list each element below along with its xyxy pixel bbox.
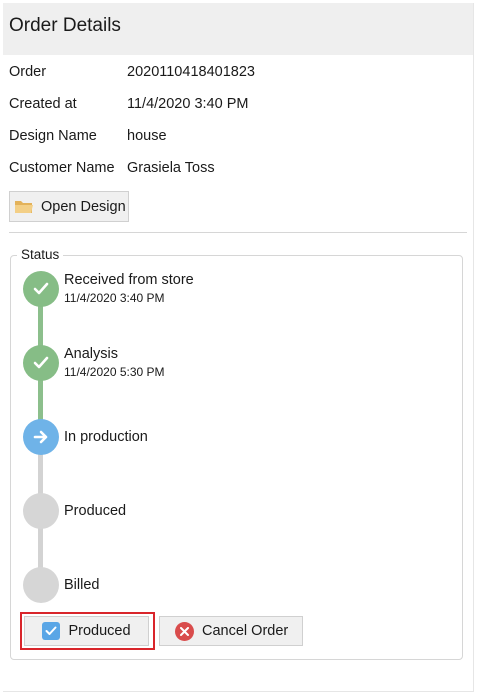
- cancel-order-button[interactable]: Cancel Order: [159, 616, 303, 646]
- folder-icon: [14, 199, 34, 214]
- produced-button[interactable]: Produced: [24, 616, 149, 646]
- cancel-order-label: Cancel Order: [202, 623, 289, 639]
- step-label: Received from store: [64, 272, 194, 288]
- divider: [9, 232, 467, 233]
- check-icon: [33, 282, 49, 295]
- customer-name-value: Grasiela Toss: [127, 160, 215, 176]
- order-value: 2020110418401823: [127, 64, 255, 80]
- produced-button-label: Produced: [68, 623, 131, 639]
- step-date: 11/4/2020 5:30 PM: [64, 365, 165, 379]
- page-title: Order Details: [9, 15, 121, 36]
- status-step-in-production: [23, 419, 59, 455]
- step-label: In production: [64, 429, 148, 445]
- arrow-right-icon: [33, 430, 48, 444]
- open-design-button[interactable]: Open Design: [9, 191, 129, 222]
- status-groupbox: [10, 255, 463, 660]
- header-bar: Order Details: [3, 3, 473, 55]
- design-name-label: Design Name: [9, 128, 97, 144]
- step-label: Analysis: [64, 346, 118, 362]
- status-step-received: [23, 271, 59, 307]
- status-step-billed: [23, 567, 59, 603]
- cancel-x-icon: [175, 621, 194, 641]
- status-step-analysis: [23, 345, 59, 381]
- status-group-label: Status: [17, 247, 64, 262]
- order-label: Order: [9, 64, 47, 80]
- status-step-produced: [23, 493, 59, 529]
- step-label: Billed: [64, 577, 100, 593]
- customer-name-label: Customer Name: [9, 160, 115, 176]
- design-name-value: house: [127, 128, 167, 144]
- check-icon: [33, 356, 49, 369]
- step-label: Produced: [64, 503, 127, 519]
- open-design-label: Open Design: [41, 198, 126, 215]
- created-at-value: 11/4/2020 3:40 PM: [127, 96, 249, 112]
- checkbox-icon: [42, 622, 61, 640]
- step-date: 11/4/2020 3:40 PM: [64, 291, 165, 305]
- created-at-label: Created at: [9, 96, 77, 112]
